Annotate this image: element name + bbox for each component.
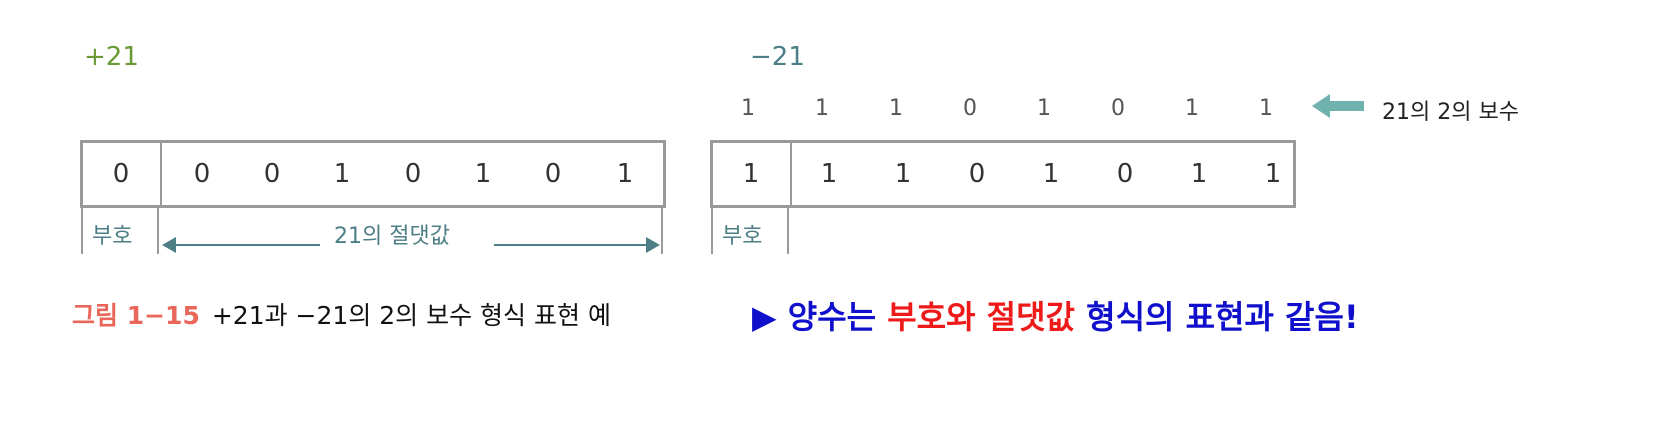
- sign-divider: [790, 143, 792, 205]
- bit-cell: 0: [404, 159, 422, 189]
- complement-bit: 1: [1185, 96, 1199, 121]
- tick-line: [157, 206, 159, 254]
- negative-register: 1 1 1 0 1 0 1 1: [710, 140, 1296, 208]
- magnitude-arrow-right-icon: [646, 237, 660, 253]
- complement-bit: 0: [963, 96, 977, 121]
- complement-bit: 1: [889, 96, 903, 121]
- bit-cell: 0: [544, 159, 562, 189]
- play-marker-icon: ▶: [752, 298, 777, 336]
- figure-caption: 그림 1−15 +21과 −21의 2의 보수 형식 표현 예: [72, 296, 611, 332]
- note-text-2: 부호와 절댓값: [887, 298, 1075, 336]
- complement-bit: 1: [741, 96, 755, 121]
- complement-bit: 1: [1259, 96, 1273, 121]
- note-line: ▶ 양수는 부호와 절댓값 형식의 표현과 같음!: [752, 292, 1359, 338]
- bit-cell: 1: [742, 159, 760, 189]
- bit-cell: 0: [193, 159, 211, 189]
- bit-cell: 0: [112, 159, 130, 189]
- magnitude-arrow-line: [174, 244, 320, 246]
- sign-divider: [160, 143, 162, 205]
- bit-cell: 1: [616, 159, 634, 189]
- complement-bit: 1: [815, 96, 829, 121]
- negative-number-label: −21: [750, 42, 805, 72]
- positive-register: 0 0 0 1 0 1 0 1: [80, 140, 666, 208]
- tick-line: [711, 206, 713, 254]
- tick-line: [787, 206, 789, 254]
- complement-bit: 1: [1037, 96, 1051, 121]
- bit-cell: 1: [894, 159, 912, 189]
- figure-caption-text: +21과 −21의 2의 보수 형식 표현 예: [211, 301, 611, 330]
- bit-cell: 0: [1116, 159, 1134, 189]
- tick-line: [81, 206, 83, 254]
- bit-cell: 0: [263, 159, 281, 189]
- magnitude-arrow-line: [494, 244, 648, 246]
- bit-cell: 1: [820, 159, 838, 189]
- note-text-3: 형식의 표현과 같음!: [1086, 298, 1359, 336]
- bit-cell: 1: [474, 159, 492, 189]
- positive-number-label: +21: [84, 42, 139, 72]
- figure-number: 그림 1−15: [72, 301, 200, 330]
- left-arrow-icon: [1312, 94, 1364, 118]
- sign-label: 부호: [722, 224, 763, 249]
- bit-cell: 1: [1264, 159, 1282, 189]
- sign-label: 부호: [92, 224, 133, 249]
- note-text-1: 양수는: [787, 298, 877, 336]
- complement-bit: 0: [1111, 96, 1125, 121]
- bit-cell: 0: [968, 159, 986, 189]
- magnitude-label: 21의 절댓값: [334, 224, 450, 249]
- bit-cell: 1: [333, 159, 351, 189]
- tick-line: [661, 206, 663, 254]
- bit-cell: 1: [1190, 159, 1208, 189]
- complement-label: 21의 2의 보수: [1382, 100, 1519, 125]
- bit-cell: 1: [1042, 159, 1060, 189]
